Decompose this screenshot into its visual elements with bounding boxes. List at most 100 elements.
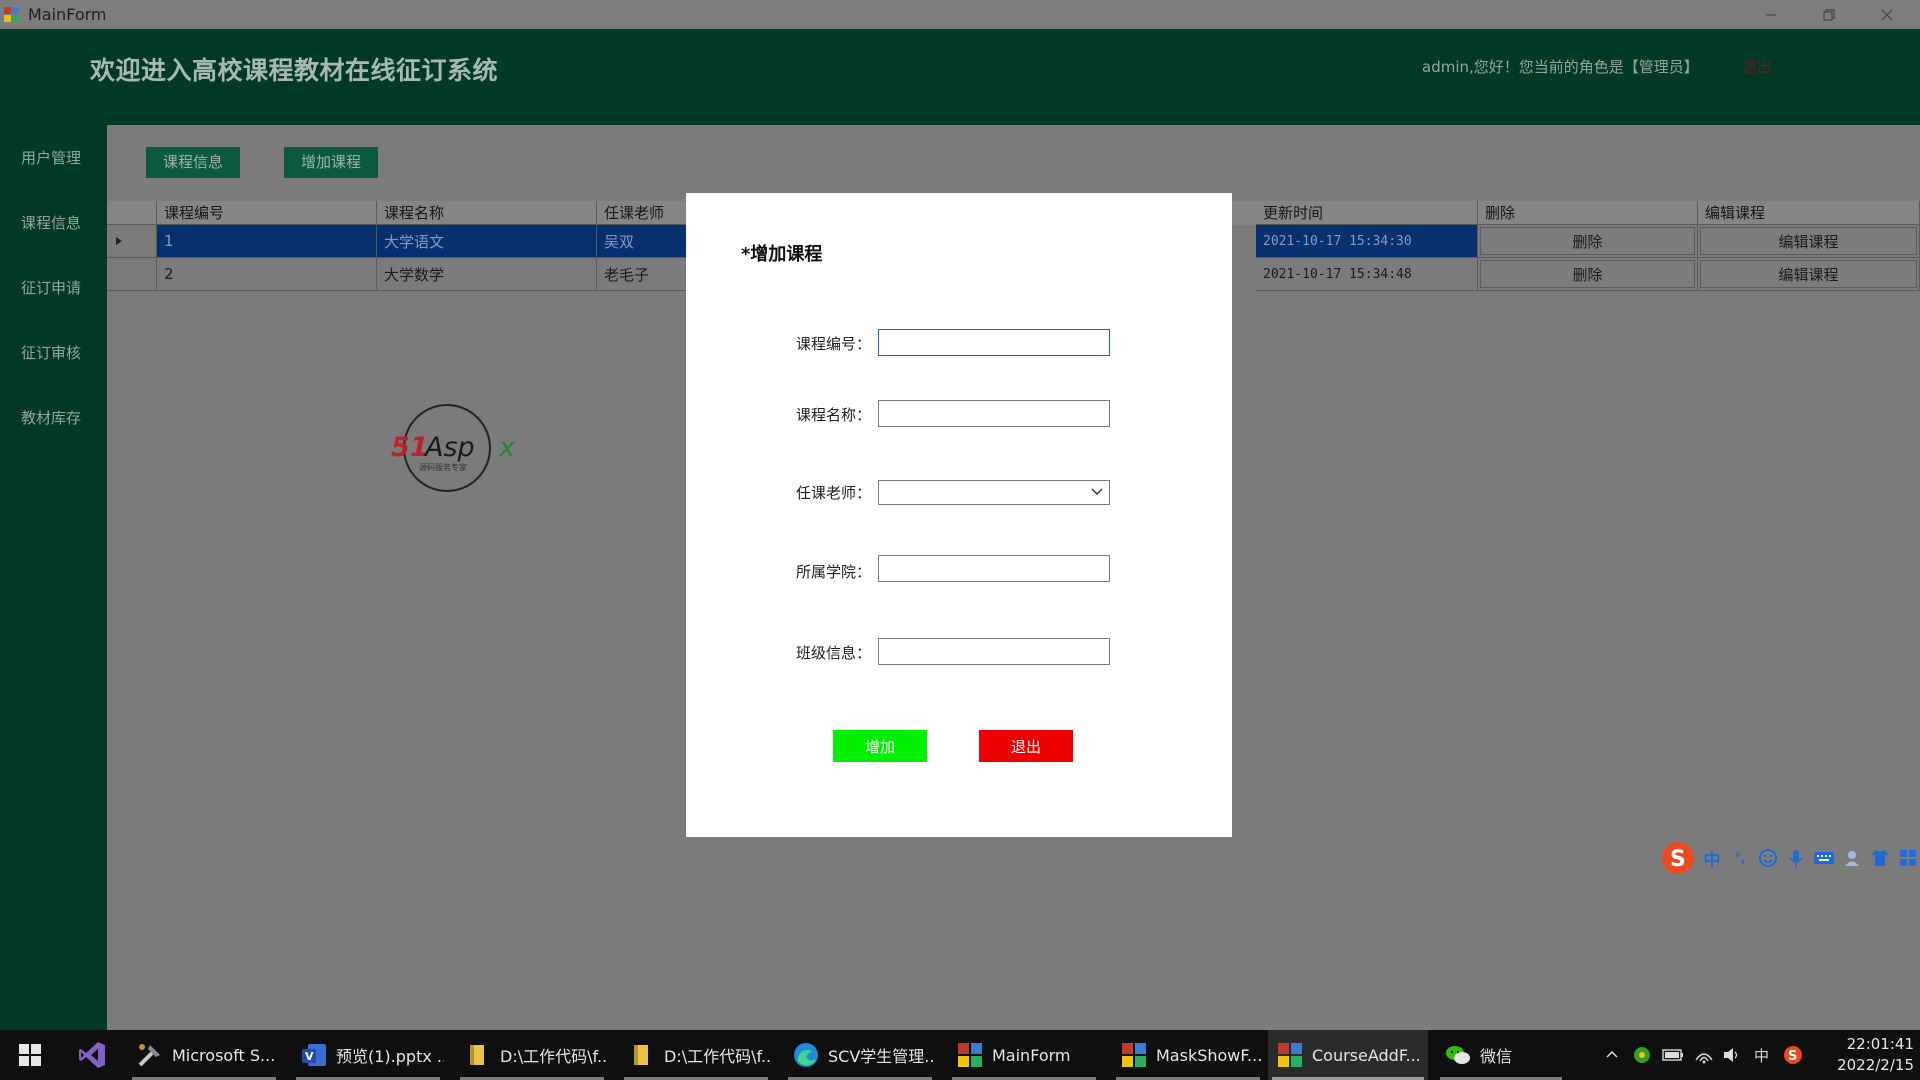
input-language-indicator[interactable]: 中 xyxy=(1754,1045,1769,1066)
app-header: 欢迎进入高校课程教材在线征订系统 admin,您好！您当前的角色是【管理员】 退… xyxy=(0,29,1920,125)
taskbar-item-label: CourseAddF... xyxy=(1312,1045,1421,1065)
chevron-up-icon[interactable] xyxy=(1604,1047,1620,1063)
row-selector[interactable] xyxy=(107,225,157,258)
add-course-button[interactable]: 增加课程 xyxy=(284,147,378,178)
close-button[interactable] xyxy=(1858,0,1916,29)
cell-edit: 编辑课程 xyxy=(1698,258,1920,291)
clock-date: 2022/2/15 xyxy=(1837,1056,1914,1074)
taskbar-item-label: D:\工作代码\f... xyxy=(664,1047,772,1066)
window-titlebar: MainForm xyxy=(0,0,1920,29)
cell-course-id[interactable]: 2 xyxy=(157,258,377,291)
row-header-corner xyxy=(107,201,157,225)
college-input[interactable] xyxy=(878,555,1110,582)
course-name-label: 课程名称： xyxy=(796,406,872,424)
wifi-icon[interactable] xyxy=(1694,1046,1714,1064)
cell-course-id[interactable]: 1 xyxy=(157,225,377,258)
taskbar-item[interactable]: V 预览(1).pptx ... xyxy=(292,1030,444,1080)
cell-course-name[interactable]: 大学语文 xyxy=(377,225,597,258)
chevron-down-icon xyxy=(1091,488,1103,495)
taskbar-item[interactable]: MaskShowF... xyxy=(1112,1030,1264,1080)
taskbar-item[interactable]: MainForm xyxy=(948,1030,1100,1080)
course-info-button[interactable]: 课程信息 xyxy=(146,147,240,178)
skin-icon[interactable] xyxy=(1868,846,1892,870)
sidebar-item-order-apply[interactable]: 征订申请 xyxy=(0,268,107,308)
cell-delete: 删除 xyxy=(1478,258,1698,291)
logout-link[interactable]: 退出 xyxy=(1742,56,1772,77)
winform-app-icon xyxy=(958,1043,982,1067)
course-name-input[interactable] xyxy=(878,400,1110,427)
teacher-label: 任课老师： xyxy=(796,484,872,502)
restore-button[interactable] xyxy=(1800,0,1858,29)
column-header-course-id[interactable]: 课程编号 xyxy=(157,201,377,225)
toolbox-icon[interactable] xyxy=(1896,846,1920,870)
svg-text:S: S xyxy=(1788,1049,1797,1064)
svg-text:V: V xyxy=(305,1050,314,1063)
volume-icon[interactable] xyxy=(1722,1046,1742,1064)
add-button[interactable]: 增加 xyxy=(833,730,927,762)
delete-row-button[interactable]: 删除 xyxy=(1480,227,1695,255)
cell-teacher[interactable]: 吴双 xyxy=(597,225,687,258)
emoji-icon[interactable] xyxy=(1756,846,1780,870)
ime-punct-toggle[interactable]: °, xyxy=(1728,846,1752,870)
taskbar-item[interactable]: SCV学生管理... xyxy=(784,1030,936,1080)
add-course-dialog: *增加课程 课程编号： 课程名称： 任课老师： 所属学院： 班级信息： 增加 退… xyxy=(686,193,1232,837)
teacher-select[interactable] xyxy=(878,480,1110,505)
folder-icon xyxy=(634,1045,648,1065)
course-id-input[interactable] xyxy=(878,329,1110,356)
row-selector[interactable] xyxy=(107,258,157,291)
minimize-icon xyxy=(1766,14,1776,15)
user-icon[interactable] xyxy=(1840,846,1864,870)
wechat-icon xyxy=(1446,1046,1470,1064)
start-button[interactable] xyxy=(0,1030,60,1080)
taskbar-item[interactable]: D:\工作代码\f... xyxy=(456,1030,608,1080)
battery-icon[interactable] xyxy=(1662,1048,1684,1062)
taskbar-item-label: MaskShowF... xyxy=(1156,1045,1263,1065)
exit-button[interactable]: 退出 xyxy=(979,730,1073,762)
sogou-ime-icon[interactable]: S xyxy=(1660,840,1696,876)
taskbar-item-label: 微信 xyxy=(1480,1047,1513,1066)
taskbar-clock[interactable]: 22:01:41 2022/2/15 xyxy=(1818,1034,1914,1076)
column-header-updated-time[interactable]: 更新时间 xyxy=(1256,201,1478,225)
svg-text:51: 51 xyxy=(391,432,429,463)
class-info-input[interactable] xyxy=(878,638,1110,665)
ime-mode-toggle[interactable]: 中 xyxy=(1700,846,1724,871)
sidebar-item-course-info[interactable]: 课程信息 xyxy=(0,203,107,243)
class-info-label: 班级信息： xyxy=(796,644,872,662)
taskbar-item-label: Microsoft S... xyxy=(172,1045,276,1065)
svg-text:S: S xyxy=(1670,847,1686,872)
taskbar-item[interactable]: D:\工作代码\f... xyxy=(620,1030,772,1080)
sogou-tray-icon[interactable]: S xyxy=(1783,1045,1803,1065)
taskbar-item[interactable]: Microsoft S... xyxy=(128,1030,280,1080)
microphone-icon[interactable] xyxy=(1784,846,1808,870)
delete-row-button[interactable]: 删除 xyxy=(1480,260,1695,288)
svg-text:源码服务专家: 源码服务专家 xyxy=(419,462,467,472)
system-tray: 中 S xyxy=(1600,1030,1810,1080)
column-header-delete[interactable]: 删除 xyxy=(1478,201,1698,225)
cell-edit: 编辑课程 xyxy=(1698,225,1920,258)
minimize-button[interactable] xyxy=(1742,0,1800,29)
cell-updated-time[interactable]: 2021-10-17 15:34:30 xyxy=(1256,225,1478,258)
pptx-viewer-icon: V xyxy=(302,1044,326,1066)
cell-course-name[interactable]: 大学数学 xyxy=(377,258,597,291)
column-header-edit[interactable]: 编辑课程 xyxy=(1698,201,1920,225)
cell-updated-time[interactable]: 2021-10-17 15:34:48 xyxy=(1256,258,1478,291)
dialog-title: *增加课程 xyxy=(741,244,823,265)
column-header-course-name[interactable]: 课程名称 xyxy=(377,201,597,225)
sidebar-item-order-review[interactable]: 征订审核 xyxy=(0,333,107,373)
college-label: 所属学院： xyxy=(796,563,872,581)
security-shield-icon[interactable] xyxy=(1632,1045,1652,1065)
sidebar-item-user-management[interactable]: 用户管理 xyxy=(0,138,107,178)
sidebar-item-textbook-stock[interactable]: 教材库存 xyxy=(0,398,107,438)
app-icon xyxy=(4,6,20,23)
visual-studio-icon xyxy=(79,1042,105,1068)
taskbar-visual-studio[interactable] xyxy=(64,1030,120,1080)
edit-course-button[interactable]: 编辑课程 xyxy=(1700,260,1917,288)
clock-time: 22:01:41 xyxy=(1846,1035,1914,1053)
edit-course-button[interactable]: 编辑课程 xyxy=(1700,227,1917,255)
taskbar-item-active[interactable]: CourseAddF... xyxy=(1268,1030,1428,1080)
ime-toolbar: S 中 °, xyxy=(1660,838,1920,878)
keyboard-icon[interactable] xyxy=(1812,846,1836,870)
taskbar-item[interactable]: 微信 xyxy=(1436,1030,1566,1080)
column-header-teacher[interactable]: 任课老师 xyxy=(597,201,687,225)
cell-teacher[interactable]: 老毛子 xyxy=(597,258,687,291)
